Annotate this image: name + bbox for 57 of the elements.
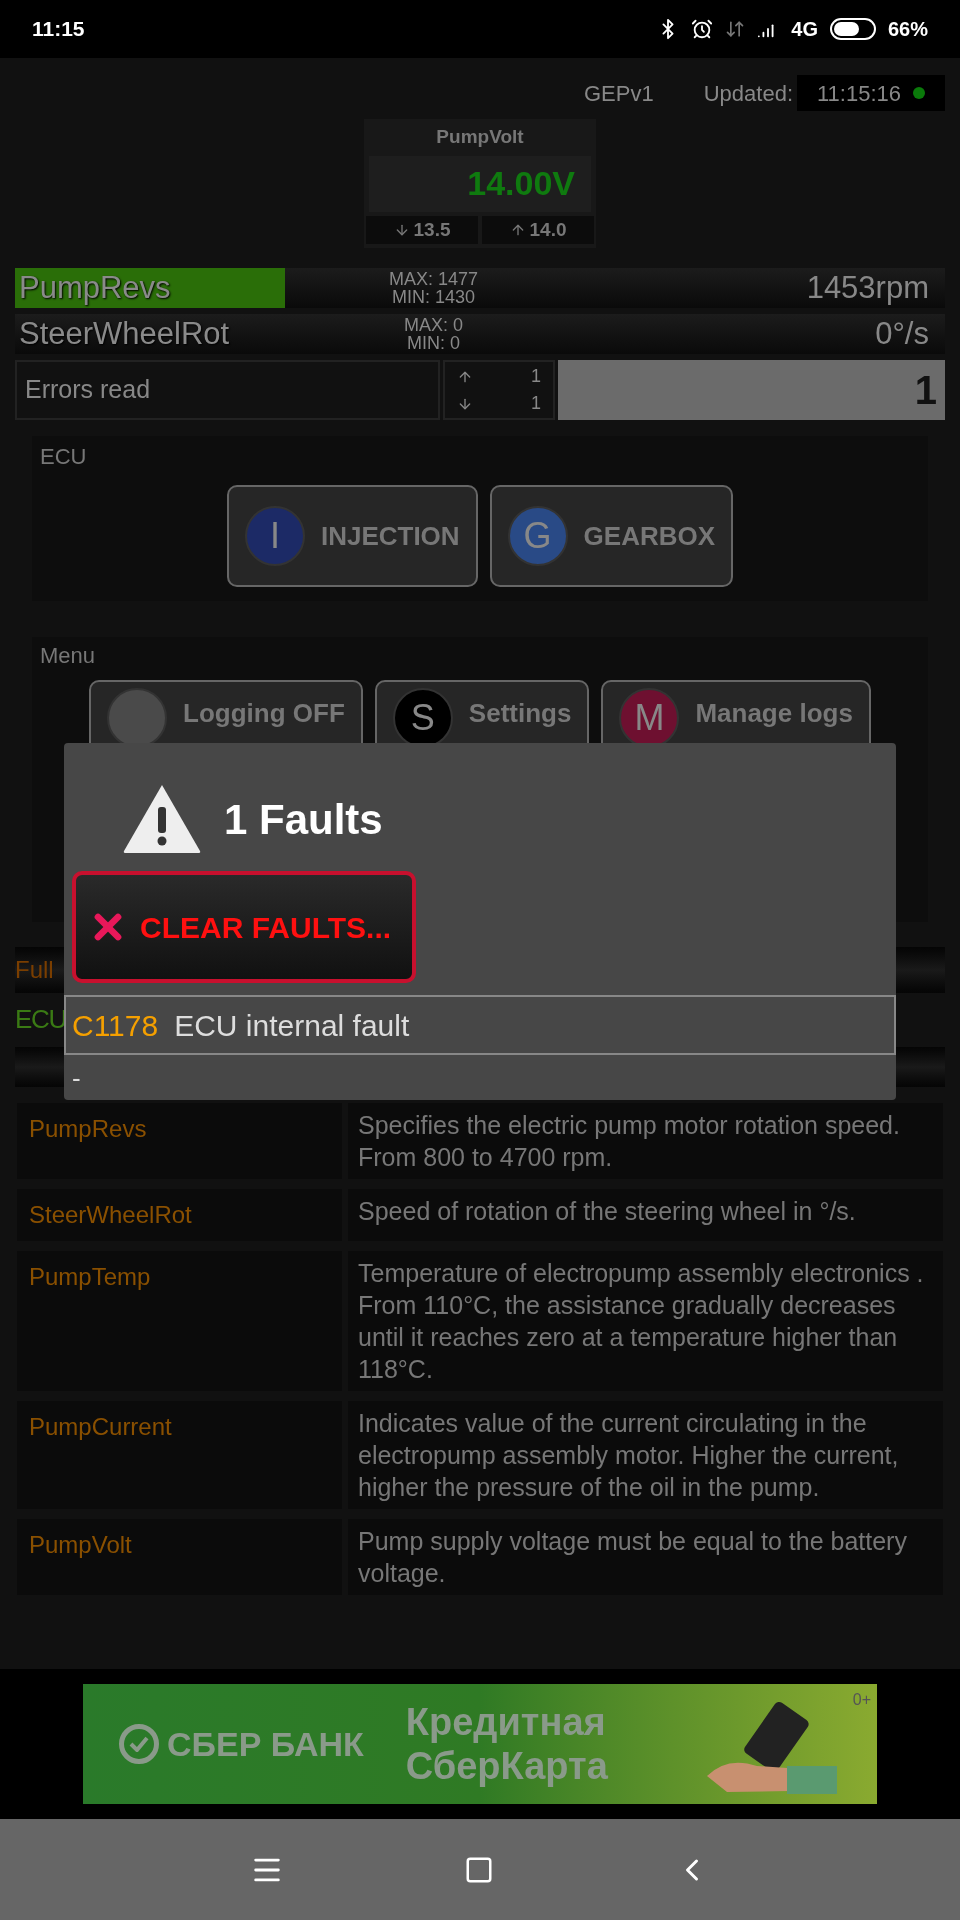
alarm-icon [691, 18, 714, 40]
table-cell: Temperature of electropump assembly electronics . From 110°C, the assistance gradually decreases until it reaches zero at a temperature higher than 118°C. [348, 1251, 943, 1391]
fault-code: C1178 [72, 1007, 159, 1044]
max-value: MAX: 0 [404, 316, 463, 334]
panel-title: ECU [40, 443, 88, 471]
min-value: MIN: 0 [407, 334, 460, 352]
table-cell: PumpCurrent [17, 1401, 342, 1509]
icon-letter: S [410, 696, 435, 740]
min-value: MIN: 1430 [391, 288, 475, 306]
section-title: Full [15, 955, 54, 985]
updated-time: 11:15:16 [817, 79, 901, 108]
gauge-value: 14.00V [467, 163, 575, 204]
icon-letter: I [269, 514, 280, 558]
panel-title: Menu [40, 642, 97, 670]
device-label: GEPv1 [584, 79, 654, 108]
clear-faults-button[interactable]: CLEAR FAULTS... [72, 871, 416, 983]
updated-label: Updated: [703, 79, 793, 108]
table-cell: SteerWheelRot [17, 1189, 342, 1241]
bar-value: 0°/s [875, 314, 929, 353]
ad-banner[interactable]: СБЕР БАНК Кредитная СберКарта 0+ [83, 1684, 877, 1804]
table-cell: Speed of rotation of the steering wheel in °/s. [348, 1189, 943, 1241]
fault-description: ECU internal fault [174, 1007, 410, 1044]
errors-up-count: 1 [531, 365, 541, 388]
battery-percent: 66% [887, 17, 928, 42]
errors-down-count: 1 [531, 392, 541, 415]
data-icon [725, 19, 746, 39]
gauge-max: 14.0 [482, 215, 594, 244]
table-cell: PumpTemp [17, 1251, 342, 1391]
table-cell: Specifies the electric pump motor rotation speed. From 800 to 4700 rpm. [348, 1103, 943, 1179]
warning-icon [122, 783, 202, 855]
ad-headline: Кредитная [405, 1700, 607, 1744]
clock: 11:15 [32, 16, 85, 43]
table-cell: Pump supply voltage must be equal to the battery voltage. [348, 1519, 943, 1595]
check-icon [119, 1724, 159, 1764]
errors-value: 1 [914, 367, 937, 414]
table-cell: Indicates value of the current circulating in the electropump assembly motor. Higher the current, higher the pressure of the oil in the pump. [348, 1401, 943, 1509]
age-rating: 0+ [852, 1690, 871, 1710]
section-subtitle: ECU [15, 1003, 66, 1036]
table-cell: PumpRevs [17, 1103, 342, 1179]
dialog-title: 1 Faults [224, 794, 383, 845]
max-value: MAX: 1477 [388, 270, 479, 288]
table-cell: PumpVolt [17, 1519, 342, 1595]
ad-headline: СберКарта [405, 1744, 608, 1788]
icon-letter: M [634, 696, 665, 740]
gauge-min: 13.5 [366, 215, 478, 244]
network-type: 4G [791, 17, 818, 42]
battery-icon [829, 18, 876, 40]
icon-letter: G [523, 514, 552, 558]
bar-label: SteerWheelRot [19, 314, 230, 353]
dialog-footer: - [64, 1059, 896, 1098]
menu-button[interactable]: I INJECTION [226, 485, 478, 587]
bar-value: 1453rpm [806, 268, 929, 307]
errors-label: Errors read [25, 374, 151, 406]
bar-label: PumpRevs [19, 268, 171, 307]
menu-button[interactable]: G GEARBOX [489, 485, 734, 587]
ad-brand: СБЕР БАНК [167, 1723, 364, 1765]
gauge-title: PumpVolt [436, 125, 524, 149]
